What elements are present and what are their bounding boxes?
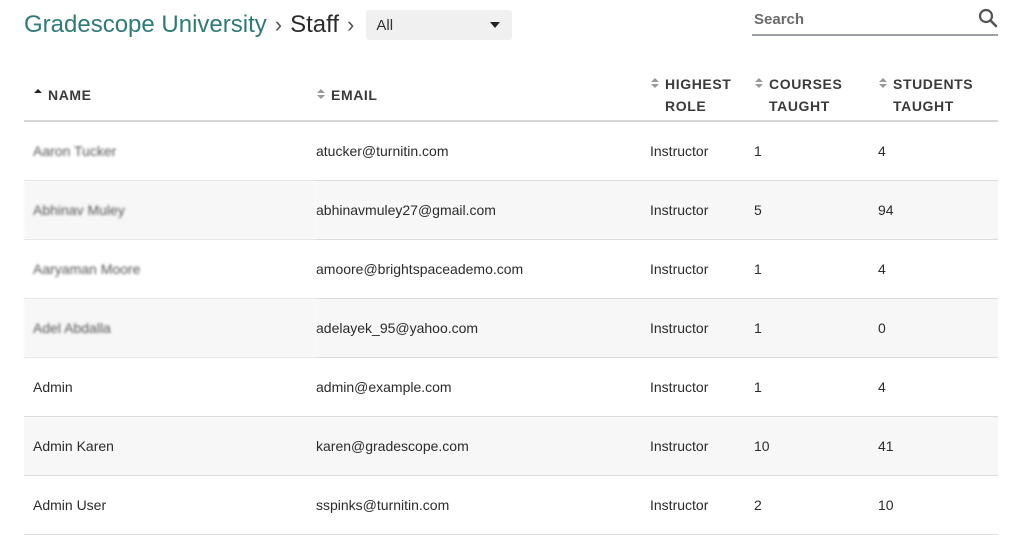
staff-email: atucker@turnitin.com — [316, 121, 650, 181]
table-row[interactable]: Admin admin@example.com Instructor 1 4 — [24, 357, 998, 417]
column-header-label: NAME — [48, 87, 92, 103]
table-row[interactable]: Adel Abdalla adelayek_95@yahoo.com Instr… — [24, 298, 998, 358]
staff-name[interactable]: Admin User — [24, 475, 316, 535]
courses-taught: 1 — [754, 239, 878, 299]
students-taught: 10 — [878, 475, 998, 535]
table-row[interactable]: Aaron Tucker atucker@turnitin.com Instru… — [24, 121, 998, 181]
staff-name[interactable]: Aaryaman Moore — [24, 239, 316, 299]
staff-role: Instructor — [650, 239, 754, 299]
students-taught: 4 — [878, 121, 998, 181]
students-taught: 0 — [878, 298, 998, 358]
column-header-label: STUDENTS — [893, 76, 974, 92]
courses-taught: 1 — [754, 298, 878, 358]
staff-name[interactable]: Admin — [24, 357, 316, 417]
students-taught: 4 — [878, 357, 998, 417]
chevron-down-icon — [490, 22, 501, 28]
column-header-label: EMAIL — [331, 87, 378, 103]
table-row[interactable]: Admin Karen karen@gradescope.com Instruc… — [24, 416, 998, 476]
breadcrumb-separator: › — [274, 12, 283, 37]
staff-name[interactable]: Aaron Tucker — [24, 121, 316, 181]
column-header-label: COURSES — [769, 76, 843, 92]
column-header-label: ROLE — [665, 98, 707, 114]
column-header-courses[interactable]: COURSES TAUGHT — [754, 70, 878, 122]
role-filter-value: All — [376, 16, 394, 34]
column-header-email[interactable]: EMAIL — [316, 70, 650, 122]
staff-name[interactable]: Adel Abdalla — [24, 298, 316, 358]
table-row[interactable]: Abhinav Muley abhinavmuley27@gmail.com I… — [24, 180, 998, 240]
courses-taught: 1 — [754, 121, 878, 181]
table-row[interactable]: Admin User sspinks@turnitin.com Instruct… — [24, 475, 998, 535]
staff-email: adelayek_95@yahoo.com — [316, 298, 650, 358]
breadcrumb: Gradescope University › Staff › All — [24, 8, 513, 42]
staff-email: admin@example.com — [316, 357, 650, 417]
students-taught: 94 — [878, 180, 998, 240]
search-input[interactable] — [752, 8, 964, 30]
column-header-label: HIGHEST — [665, 76, 732, 92]
column-header-students[interactable]: STUDENTS TAUGHT — [878, 70, 998, 122]
courses-taught: 2 — [754, 475, 878, 535]
table-header-row: NAME EMAIL HIGHEST ROLE COURSES TAUGHT S… — [24, 70, 998, 122]
staff-email: abhinavmuley27@gmail.com — [316, 180, 650, 240]
courses-taught: 10 — [754, 416, 878, 476]
search-icon[interactable] — [978, 8, 998, 28]
breadcrumb-course-link[interactable]: Gradescope University — [24, 11, 267, 39]
sort-icon — [879, 78, 887, 88]
students-taught: 41 — [878, 416, 998, 476]
staff-email: karen@gradescope.com — [316, 416, 650, 476]
role-filter-select[interactable]: All — [366, 10, 513, 40]
sort-ascending-icon — [34, 89, 42, 93]
staff-email: amoore@brightspaceademo.com — [316, 239, 650, 299]
column-header-name[interactable]: NAME — [24, 70, 316, 122]
column-header-label: TAUGHT — [893, 98, 954, 114]
staff-name[interactable]: Abhinav Muley — [24, 180, 316, 240]
table-row[interactable]: Aaryaman Moore amoore@brightspaceademo.c… — [24, 239, 998, 299]
staff-name[interactable]: Admin Karen — [24, 416, 316, 476]
courses-taught: 5 — [754, 180, 878, 240]
page-title: Staff — [290, 11, 340, 38]
staff-role: Instructor — [650, 298, 754, 358]
courses-taught: 1 — [754, 357, 878, 417]
staff-email: sspinks@turnitin.com — [316, 475, 650, 535]
students-taught: 4 — [878, 239, 998, 299]
staff-role: Instructor — [650, 180, 754, 240]
staff-role: Instructor — [650, 121, 754, 181]
sort-icon — [317, 89, 325, 99]
staff-role: Instructor — [650, 416, 754, 476]
staff-role: Instructor — [650, 357, 754, 417]
column-header-role[interactable]: HIGHEST ROLE — [650, 70, 754, 122]
sort-icon — [755, 78, 763, 88]
column-header-label: TAUGHT — [769, 98, 830, 114]
staff-table: NAME EMAIL HIGHEST ROLE COURSES TAUGHT S… — [24, 70, 998, 535]
breadcrumb-separator: › — [347, 12, 355, 37]
sort-icon — [651, 78, 659, 88]
staff-role: Instructor — [650, 475, 754, 535]
search-box — [752, 8, 998, 36]
